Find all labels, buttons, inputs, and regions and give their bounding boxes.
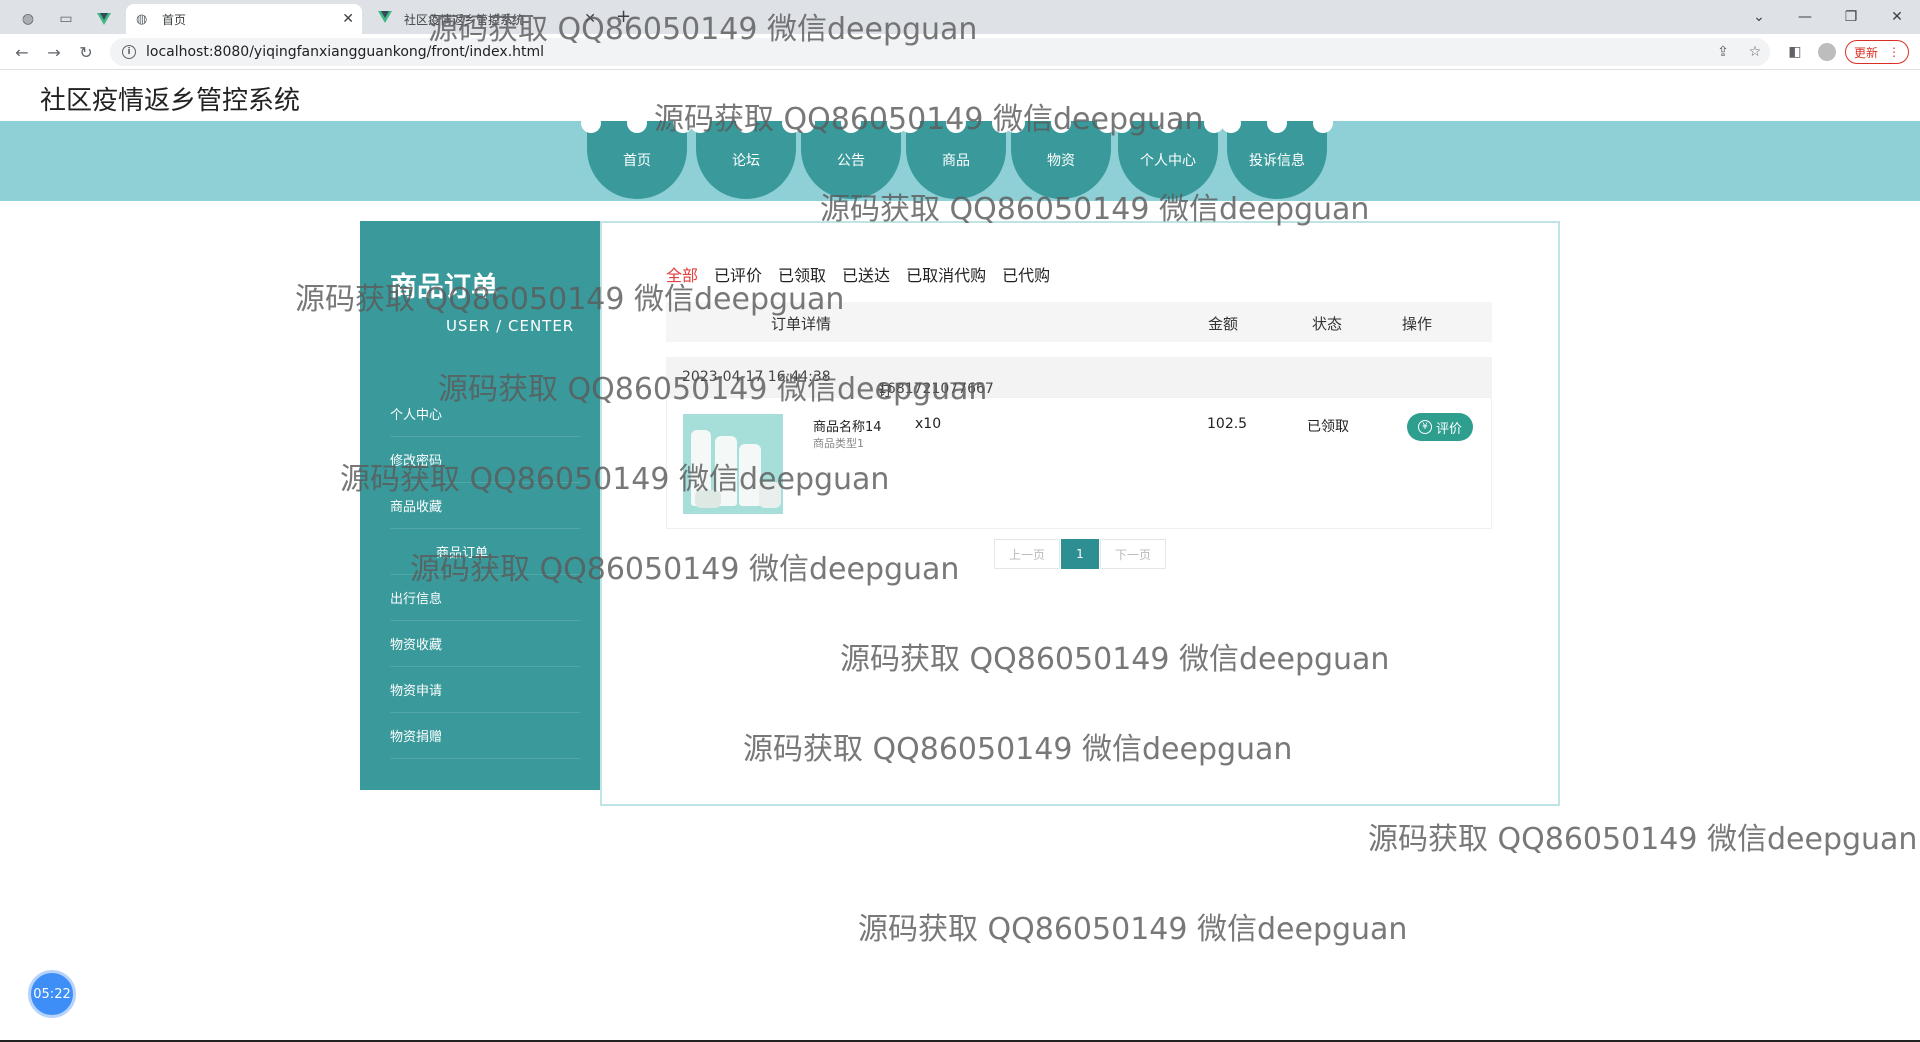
blank-tab-icon[interactable]: ▭: [50, 4, 82, 34]
sidebar-item-label: 商品收藏: [390, 500, 443, 515]
forward-arrow-icon[interactable]: →: [40, 40, 68, 64]
url-bar[interactable]: i localhost:8080/yiqingfanxiangguankong/…: [110, 38, 1770, 66]
nav-label: 论坛: [732, 153, 760, 169]
page-1-button[interactable]: 1: [1061, 539, 1099, 569]
column-header-amount: 金额: [1208, 315, 1239, 333]
column-header-detail: 订单详情: [771, 315, 832, 333]
tab-cancelled-purchase[interactable]: 已取消代购: [906, 262, 986, 286]
new-tab-plus-icon[interactable]: +: [616, 6, 631, 27]
nav-label: 首页: [623, 153, 651, 169]
review-label: 评价: [1435, 421, 1462, 437]
browser-tab-home[interactable]: ◍ 首页 ✕: [126, 4, 362, 34]
update-label: 更新: [1854, 45, 1879, 60]
window-close-icon[interactable]: ✕: [1874, 2, 1920, 32]
sidebar-item-goods-orders[interactable]: 商品订单: [390, 529, 580, 575]
order-status: 已领取: [1307, 419, 1349, 435]
user-center-sidebar: 商品订单 USER / CENTER 个人中心 修改密码 商品收藏 商品订单 出…: [360, 221, 600, 790]
sidebar-item-travel-info[interactable]: 出行信息: [390, 575, 580, 621]
sidebar-item-change-password[interactable]: 修改密码: [390, 437, 580, 483]
browser-tab-system[interactable]: 社区疫情返乡管控系统 ✕: [368, 4, 604, 34]
url-text: localhost:8080/yiqingfanxiangguankong/fr…: [146, 44, 545, 60]
tab-all[interactable]: 全部: [666, 262, 698, 286]
vue-tab-icon[interactable]: [88, 4, 120, 34]
prev-page-button[interactable]: 上一页: [994, 539, 1060, 569]
column-header-action: 操作: [1402, 315, 1433, 333]
nav-label: 物资: [1047, 153, 1075, 169]
profile-avatar-icon[interactable]: [1814, 40, 1840, 64]
sidebar-item-supplies-apply[interactable]: 物资申请: [390, 667, 580, 713]
globe-icon[interactable]: ◍: [12, 4, 44, 34]
product-quantity: x10: [915, 416, 942, 432]
sidebar-item-supplies-favorites[interactable]: 物资收藏: [390, 621, 580, 667]
product-thumbnail[interactable]: [683, 414, 783, 514]
kebab-menu-icon: ⋮: [1888, 45, 1900, 59]
sidebar-item-label: 商品订单: [436, 546, 489, 561]
nav-label: 个人中心: [1140, 153, 1196, 169]
browser-addressbar: ← → ↻ i localhost:8080/yiqingfanxianggua…: [0, 34, 1920, 70]
minimize-icon[interactable]: —: [1782, 2, 1828, 32]
watermark-text: 源码获取 QQ86050149 微信deepguan: [1368, 822, 1918, 857]
browser-tabbar: ◍ ▭ ◍ 首页 ✕ 社区疫情返乡管控系统 ✕ + ⌄ — ❐ ✕: [0, 0, 1920, 34]
tab-search-chevron-icon[interactable]: ⌄: [1736, 2, 1782, 32]
reload-icon[interactable]: ↻: [72, 40, 100, 64]
review-button[interactable]: ¥ 评价: [1407, 413, 1473, 441]
vue-icon: [378, 11, 394, 27]
sidepanel-icon[interactable]: ◧: [1782, 40, 1808, 64]
order-amount: 102.5: [1207, 416, 1248, 432]
tab-delivered[interactable]: 已送达: [842, 262, 890, 286]
order-status-tabs: 全部 已评价 已领取 已送达 已取消代购 已代购: [666, 262, 1050, 286]
sidebar-item-profile[interactable]: 个人中心: [390, 391, 580, 437]
sidebar-item-label: 个人中心: [390, 408, 443, 423]
watermark-text: 源码获取 QQ86050149 微信deepguan: [858, 912, 1408, 947]
sidebar-title: 商品订单: [390, 272, 498, 303]
order-meta-row: 2023-04-17 16:44:38 订单编号:1681721077667: [666, 357, 1492, 460]
close-icon[interactable]: ✕: [342, 11, 354, 27]
tab-reviewed[interactable]: 已评价: [714, 262, 762, 286]
star-icon[interactable]: ☆: [1742, 40, 1768, 64]
product-name: 商品名称14: [813, 420, 882, 435]
sidebar-item-goods-favorites[interactable]: 商品收藏: [390, 483, 580, 529]
globe-icon: ◍: [136, 11, 148, 27]
info-icon[interactable]: i: [122, 45, 136, 59]
nav-label: 投诉信息: [1249, 153, 1305, 169]
column-header-status: 状态: [1312, 315, 1343, 333]
sidebar-item-label: 物资捐赠: [390, 730, 443, 745]
close-icon[interactable]: ✕: [584, 11, 596, 27]
tab-received[interactable]: 已领取: [778, 262, 826, 286]
tab-label: 首页: [162, 12, 187, 27]
sidebar-item-supplies-donate[interactable]: 物资捐赠: [390, 713, 580, 759]
yen-icon: ¥: [1417, 420, 1432, 434]
share-icon[interactable]: ⇪: [1710, 40, 1736, 64]
sidebar-item-label: 修改密码: [390, 454, 443, 469]
restore-icon[interactable]: ❐: [1828, 2, 1874, 32]
floating-timer[interactable]: 05:22: [28, 970, 76, 1018]
sidebar-item-label: 出行信息: [390, 592, 443, 607]
order-time: 2023-04-17 16:44:38: [682, 369, 831, 385]
next-page-button[interactable]: 下一页: [1100, 539, 1166, 569]
tab-label: 社区疫情返乡管控系统: [404, 12, 525, 27]
nav-label: 商品: [942, 153, 970, 169]
update-button[interactable]: 更新 ⋮: [1845, 40, 1909, 64]
sidebar-item-label: 物资收藏: [390, 638, 443, 653]
sidebar-subtitle: USER / CENTER: [446, 317, 575, 335]
site-title: 社区疫情返乡管控系统: [40, 86, 301, 116]
order-table-header: 订单详情 金额 状态 操作: [666, 302, 1492, 342]
order-item-row: 商品名称14 商品类型1 x10 102.5 已领取 ¥ 评价: [666, 397, 1492, 529]
nav-label: 公告: [837, 153, 865, 169]
sidebar-item-label: 物资申请: [390, 684, 443, 699]
product-type: 商品类型1: [813, 437, 864, 450]
back-arrow-icon[interactable]: ←: [8, 40, 36, 64]
tab-purchased[interactable]: 已代购: [1002, 262, 1050, 286]
order-number-value: 1681721077667: [878, 381, 994, 397]
